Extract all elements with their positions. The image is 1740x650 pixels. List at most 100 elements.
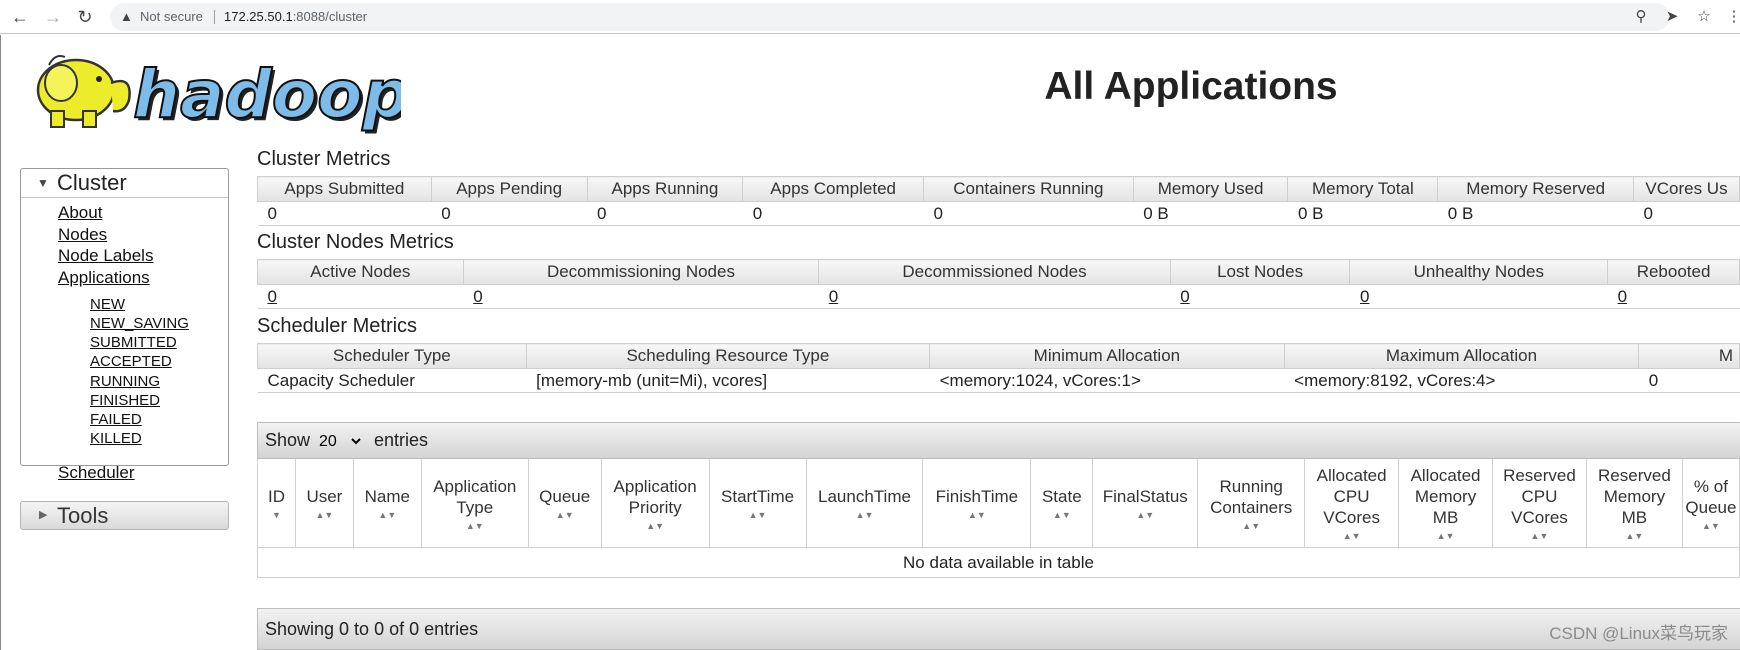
metric-value: <memory:1024, vCores:1>: [929, 368, 1285, 393]
metric-header: Unhealthy Nodes: [1349, 259, 1609, 285]
column-header-allocated-cpu-vcores[interactable]: Allocated CPU VCores ▲▼: [1304, 459, 1400, 548]
lost-nodes-link[interactable]: 0: [1170, 284, 1350, 309]
bookmark-star-icon[interactable]: ☆: [1692, 5, 1716, 29]
cluster-metrics-table: Apps Submitted Apps Pending Apps Running…: [257, 176, 1740, 226]
nav-nodes[interactable]: Nodes: [58, 225, 107, 245]
sort-icon: ▲▼: [646, 520, 665, 531]
hadoop-logo: hadoop hadoop: [21, 45, 413, 136]
menu-icon[interactable]: ⋮: [1722, 5, 1740, 29]
metric-value: 0: [923, 201, 1134, 226]
column-header-finish-time[interactable]: FinishTime ▲▼: [922, 459, 1032, 548]
active-nodes-link[interactable]: 0: [257, 284, 464, 309]
metric-value: 0: [431, 201, 588, 226]
nav-state-killed[interactable]: KILLED: [90, 430, 142, 447]
nav-scheduler[interactable]: Scheduler: [58, 463, 135, 483]
column-header-application-type[interactable]: Application Type ▲▼: [420, 459, 529, 548]
cluster-nav: ▼ Cluster About Nodes Node Labels Applic…: [20, 168, 229, 482]
triangle-down-icon: ▼: [37, 176, 49, 190]
nav-state-accepted[interactable]: ACCEPTED: [90, 353, 172, 370]
nav-state-finished[interactable]: FINISHED: [90, 392, 160, 409]
table-info-text: Showing 0 to 0 of 0 entries: [265, 619, 479, 639]
zoom-icon[interactable]: ⚲: [1629, 5, 1653, 29]
column-header-state[interactable]: State ▲▼: [1030, 459, 1094, 548]
sort-icon: ▲▼: [1052, 510, 1071, 520]
sort-icon: ▲▼: [1136, 510, 1155, 520]
nodes-metrics-table: Active Nodes Decommissioning Nodes Decom…: [257, 259, 1740, 309]
metric-header: M: [1638, 343, 1740, 369]
nav-about[interactable]: About: [58, 203, 102, 223]
column-header-reserved-memory-mb[interactable]: Reserved Memory MB ▲▼: [1585, 459, 1683, 548]
url-text[interactable]: 172.25.50.1:8088/cluster: [224, 3, 367, 31]
column-header-percent-of-queue[interactable]: % of Queue ▲▼: [1681, 459, 1740, 548]
decommissioning-nodes-link[interactable]: 0: [463, 284, 819, 309]
browser-toolbar: ← → ↻ ▲ Not secure 172.25.50.1:8088/clus…: [0, 0, 1740, 34]
not-secure-label: Not secure: [140, 9, 203, 24]
nav-state-submitted[interactable]: SUBMITTED: [90, 334, 177, 351]
metric-value: Capacity Scheduler: [257, 368, 527, 393]
table-length-toolbar: Show 20 entries: [257, 422, 1740, 459]
back-arrow-icon[interactable]: ←: [8, 5, 32, 29]
metric-header: Scheduler Type: [257, 343, 527, 369]
metric-header: Maximum Allocation: [1283, 343, 1640, 369]
cluster-nav-header[interactable]: ▼ Cluster: [21, 169, 228, 198]
empty-row: No data available in table: [257, 547, 1740, 578]
watermark: CSDN @Linux菜鸟玩家: [1549, 624, 1728, 643]
metric-header: Scheduling Resource Type: [525, 343, 931, 369]
page-content: hadoop hadoop All Applications ▼ Cluster…: [0, 35, 1740, 650]
sort-icon: ▲▼: [1242, 520, 1261, 531]
column-header-id[interactable]: ID ▼: [257, 459, 296, 548]
column-header-name[interactable]: Name ▲▼: [352, 459, 422, 548]
metric-value: 0: [257, 201, 432, 226]
reload-icon[interactable]: ↻: [73, 5, 97, 29]
logo-wordmark: hadoop hadoop: [132, 55, 413, 136]
unhealthy-nodes-link[interactable]: 0: [1349, 284, 1608, 309]
column-header-queue[interactable]: Queue ▲▼: [527, 459, 602, 548]
rebooted-nodes-link[interactable]: 0: [1607, 284, 1740, 309]
column-header-start-time[interactable]: StartTime ▲▼: [708, 459, 807, 548]
nav-node-labels[interactable]: Node Labels: [58, 246, 153, 266]
nav-state-new[interactable]: NEW: [90, 296, 125, 313]
address-bar[interactable]: ▲ Not secure 172.25.50.1:8088/cluster: [110, 3, 1670, 31]
send-icon[interactable]: ➤: [1660, 5, 1684, 29]
metric-value: 0: [587, 201, 743, 226]
divider: [214, 10, 215, 24]
column-header-application-priority[interactable]: Application Priority ▲▼: [600, 459, 710, 548]
column-header-allocated-memory-mb[interactable]: Allocated Memory MB ▲▼: [1398, 459, 1493, 548]
column-header-running-containers[interactable]: Running Containers ▲▼: [1197, 459, 1306, 548]
sort-icon: ▲▼: [1702, 520, 1720, 531]
metric-header: Memory Total: [1287, 176, 1439, 202]
nav-state-failed[interactable]: FAILED: [90, 411, 142, 428]
nav-applications[interactable]: Applications: [58, 268, 150, 288]
forward-arrow-icon[interactable]: →: [41, 5, 65, 29]
sort-icon: ▲▼: [555, 510, 574, 520]
metric-header: Decommissioned Nodes: [818, 259, 1171, 285]
tools-nav-header[interactable]: ▶ Tools: [20, 501, 229, 530]
metric-header: VCores Us: [1632, 176, 1740, 202]
nav-state-new-saving[interactable]: NEW_SAVING: [90, 315, 189, 332]
column-header-final-status[interactable]: FinalStatus ▲▼: [1092, 459, 1199, 548]
sort-icon: ▲▼: [465, 520, 484, 531]
sort-icon: ▲▼: [1530, 531, 1549, 541]
page-size-select[interactable]: 20: [314, 429, 365, 453]
applications-table: ID ▼ User ▲▼ Name ▲▼ Application Type ▲▼ Que…: [257, 459, 1740, 578]
sort-desc-icon: ▼: [272, 510, 281, 520]
sort-icon: ▲▼: [748, 510, 767, 520]
sort-icon: ▲▼: [315, 510, 334, 520]
decommissioned-nodes-link[interactable]: 0: [818, 284, 1171, 309]
metric-value: 0 B: [1287, 201, 1438, 226]
metric-header: Minimum Allocation: [929, 343, 1285, 369]
nav-state-running[interactable]: RUNNING: [90, 373, 160, 390]
metrics-value-row: Capacity Scheduler [memory-mb (unit=Mi),…: [257, 368, 1740, 393]
table-header-row: ID ▼ User ▲▼ Name ▲▼ Application Type ▲▼ Que…: [257, 459, 1740, 548]
sort-icon: ▲▼: [1625, 531, 1644, 541]
metrics-header-row: Apps Submitted Apps Pending Apps Running…: [257, 176, 1740, 202]
column-header-launch-time[interactable]: LaunchTime ▲▼: [805, 459, 924, 548]
metrics-header-row: Scheduler Type Scheduling Resource Type …: [257, 343, 1740, 369]
scheduler-metrics-title: Scheduler Metrics: [257, 315, 418, 337]
metrics-value-row: 0 0 0 0 0 0: [257, 284, 1740, 309]
column-header-reserved-cpu-vcores[interactable]: Reserved CPU VCores ▲▼: [1492, 459, 1587, 548]
tools-nav-label: Tools: [57, 503, 109, 528]
metric-value: [memory-mb (unit=Mi), vcores]: [526, 368, 930, 393]
metric-header: Rebooted: [1607, 259, 1740, 285]
column-header-user[interactable]: User ▲▼: [294, 459, 354, 548]
